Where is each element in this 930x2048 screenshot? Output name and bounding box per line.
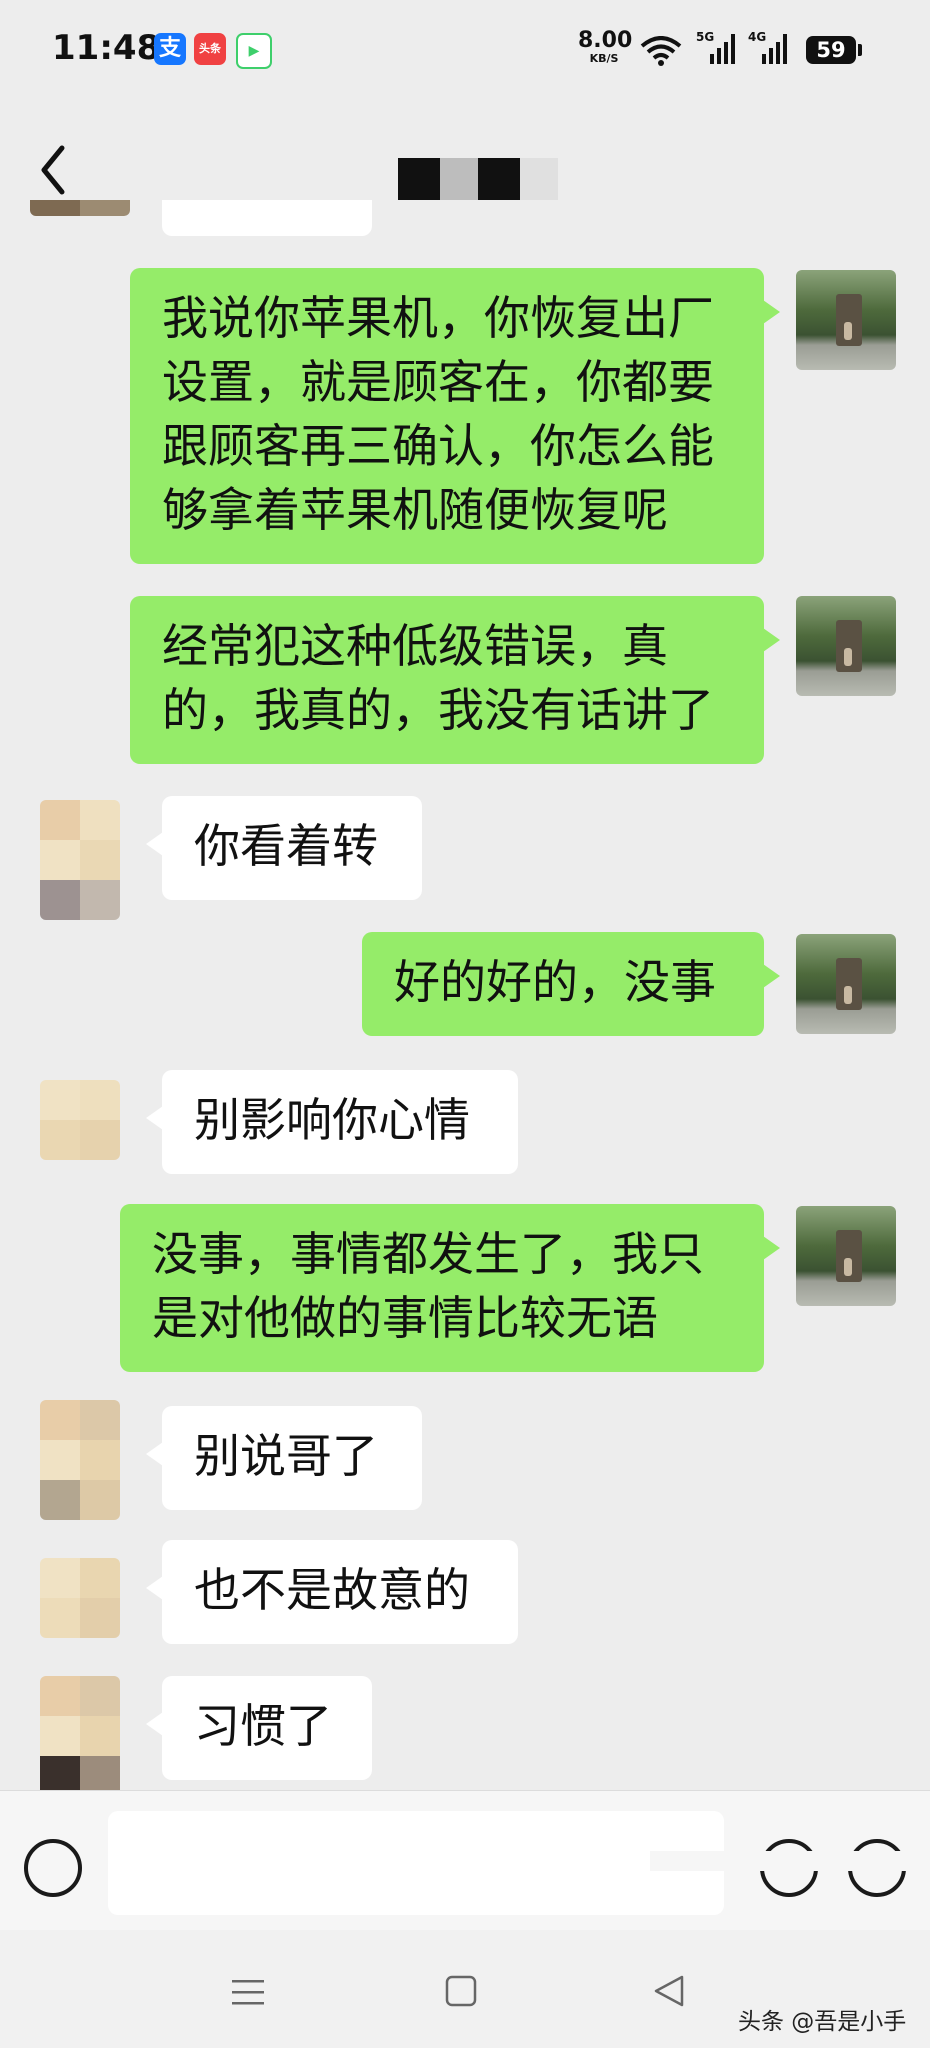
chat-title-redacted [398,158,558,200]
message-text: 别说哥了 [194,1429,378,1483]
message-text: 习惯了 [194,1699,332,1753]
self-avatar[interactable] [796,934,896,1034]
voice-icon[interactable] [24,1839,82,1897]
message-text: 我说你苹果机，你恢复出厂 [162,291,714,345]
message-bubble-sent[interactable]: 我说你苹果机，你恢复出厂 设置，就是顾客在，你都要 跟顾客再三确认，你怎么能 够… [130,268,780,564]
message-text: 你看着转 [194,819,378,873]
video-app-icon: ▶ [236,33,272,69]
input-bar [0,1790,930,1931]
message-bubble-sent[interactable]: 好的好的，没事 [362,932,780,1036]
watermark: 头条 @吾是小手 [738,2009,907,2035]
self-avatar[interactable] [796,270,896,370]
self-avatar[interactable] [796,1206,896,1306]
battery-indicator: 59 [806,36,856,64]
message-list[interactable]: 我说你苹果机，你恢复出厂 设置，就是顾客在，你都要 跟顾客再三确认，你怎么能 够… [0,200,930,1790]
message-text: 的，我真的，我没有话讲了 [162,683,714,737]
contact-avatar[interactable] [40,1080,120,1160]
message-bubble-received[interactable]: 也不是故意的 [146,1540,518,1644]
contact-avatar[interactable] [40,1400,120,1520]
message-text: 经常犯这种低级错误，真 [162,619,668,673]
battery-tip [858,44,862,56]
message-text: 够拿着苹果机随便恢复呢 [162,483,668,537]
message-bubble-received[interactable]: 习惯了 [146,1676,372,1780]
toutiao-icon: 头条 [194,33,226,65]
network-speed: 8.00 KB/S [578,28,633,66]
message-bubble-received[interactable]: 别说哥了 [146,1406,422,1510]
message-text: 别影响你心情 [194,1093,470,1147]
alipay-icon: 支 [154,33,186,65]
message-bubble-received[interactable]: 别影响你心情 [146,1070,518,1174]
home-icon[interactable] [444,1974,478,2008]
menu-icon[interactable] [230,1974,266,2010]
clock: 11:48 [52,28,161,68]
network-speed-value: 8.00 [578,28,633,53]
message-input[interactable] [108,1811,724,1915]
status-bar: 11:48 支 头条 ▶ 8.00 KB/S 5G 4G 59 [0,0,930,100]
message-bubble-partial[interactable] [162,200,372,236]
signal-bars-icon [762,34,787,64]
message-bubble-sent[interactable]: 没事，事情都发生了，我只 是对他做的事情比较无语 [120,1204,780,1372]
chevron-left-icon[interactable] [34,140,74,200]
avatar[interactable] [30,200,130,216]
back-triangle-icon[interactable] [652,1974,686,2008]
self-avatar[interactable] [796,596,896,696]
contact-avatar[interactable] [40,1676,120,1790]
message-bubble-received[interactable]: 你看着转 [146,796,422,900]
wifi-icon [640,36,682,66]
message-text: 是对他做的事情比较无语 [152,1291,658,1345]
message-text: 没事，事情都发生了，我只 [152,1227,704,1281]
message-bubble-sent[interactable]: 经常犯这种低级错误，真 的，我真的，我没有话讲了 [130,596,780,764]
message-text: 设置，就是顾客在，你都要 [162,355,714,409]
network-speed-unit: KB/S [589,52,619,65]
signal-bars-icon [710,34,735,64]
contact-avatar[interactable] [40,1558,120,1638]
contact-avatar[interactable] [40,800,120,920]
redaction-strip [650,1851,910,1871]
message-text: 也不是故意的 [194,1563,470,1617]
message-text: 好的好的，没事 [394,955,716,1009]
message-text: 跟顾客再三确认，你怎么能 [162,419,714,473]
